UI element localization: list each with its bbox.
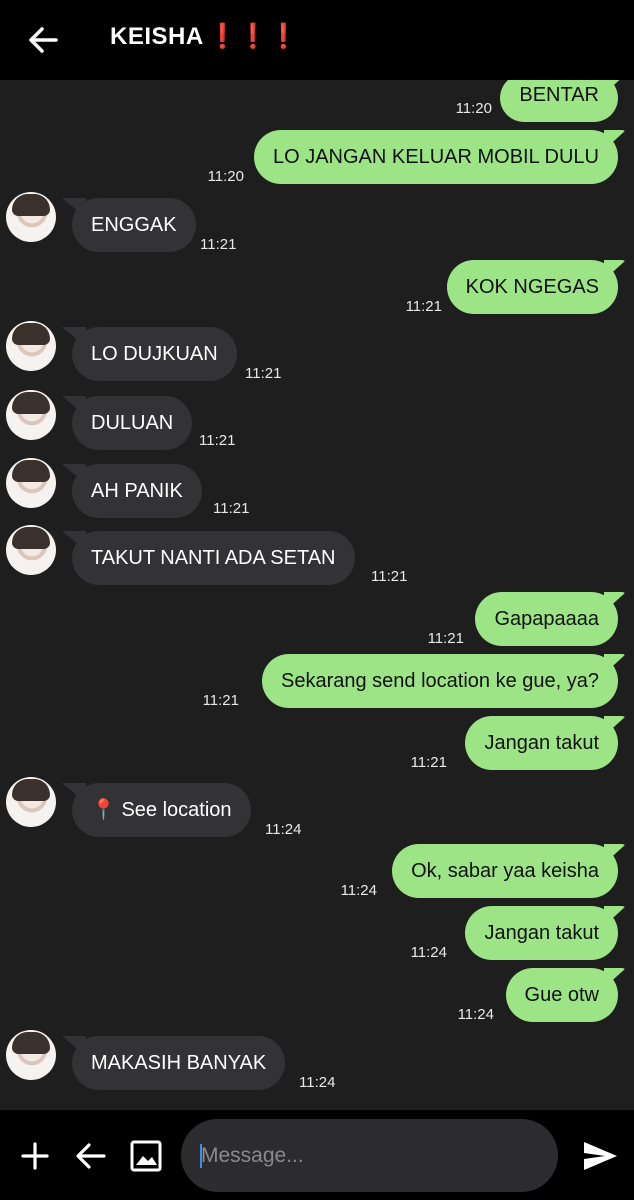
title-exclamation-marks: ❗❗❗ <box>207 23 299 50</box>
message-bubble-received[interactable]: DULUAN <box>72 396 193 450</box>
message-bubble-sent[interactable]: Jangan takut <box>465 716 618 770</box>
message-bubble-received[interactable]: TAKUT NANTI ADA SETAN <box>72 531 355 585</box>
avatar[interactable] <box>6 1030 56 1080</box>
message-bubble-received[interactable]: ENGGAK <box>72 198 196 252</box>
back-arrow-button[interactable] <box>70 1135 112 1177</box>
message-bubble-sent[interactable]: Ok, sabar yaa keisha <box>392 844 618 898</box>
arrow-left-icon <box>76 1143 106 1169</box>
send-button[interactable] <box>578 1135 622 1177</box>
send-icon <box>584 1142 617 1170</box>
message-bubble-sent[interactable]: LO JANGAN KELUAR MOBIL DULU <box>253 130 618 184</box>
text-cursor <box>200 1144 202 1168</box>
chat-title[interactable]: KEISHA ❗❗❗ <box>110 22 299 51</box>
chat-header: KEISHA ❗❗❗ <box>0 0 634 80</box>
message-time: 11:21 <box>410 754 447 771</box>
message-time: 11:21 <box>427 630 464 647</box>
message-time: 11:24 <box>265 821 302 838</box>
avatar[interactable] <box>6 525 56 575</box>
avatar[interactable] <box>6 321 56 371</box>
message-bubble-sent[interactable]: Gapapaaaa <box>475 592 618 646</box>
message-bubble-sent[interactable]: Sekarang send location ke gue, ya? <box>262 654 618 708</box>
image-icon <box>130 1140 162 1172</box>
message-bubble-sent[interactable]: Gue otw <box>505 968 618 1022</box>
message-bubble-sent[interactable]: KOK NGEGAS <box>446 260 618 314</box>
message-time: 11:24 <box>340 882 377 899</box>
message-time: 11:21 <box>405 298 442 315</box>
avatar[interactable] <box>6 777 56 827</box>
message-bubble-sent[interactable]: BENTAR <box>500 80 618 122</box>
message-time: 11:21 <box>213 500 250 517</box>
message-bubble-received[interactable]: MAKASIH BANYAK <box>72 1036 286 1090</box>
message-time: 11:21 <box>371 568 408 585</box>
back-button[interactable] <box>22 18 66 62</box>
message-time: 11:21 <box>245 365 282 382</box>
gallery-button[interactable] <box>125 1135 167 1177</box>
message-bubble-received[interactable]: LO DUJKUAN <box>72 327 237 381</box>
avatar[interactable] <box>6 390 56 440</box>
arrow-left-icon <box>29 27 58 53</box>
avatar[interactable] <box>6 192 56 242</box>
message-time: 11:21 <box>199 432 236 449</box>
message-bubble-sent[interactable]: Jangan takut <box>465 906 618 960</box>
message-time: 11:21 <box>200 236 237 253</box>
message-time: 11:20 <box>207 168 244 185</box>
plus-icon <box>21 1142 49 1170</box>
message-time: 11:21 <box>202 692 239 709</box>
message-time: 11:20 <box>455 100 492 117</box>
message-time: 11:24 <box>457 1006 494 1023</box>
location-message-bubble[interactable]: 📍 See location <box>72 783 251 837</box>
contact-name: KEISHA <box>110 22 204 50</box>
message-input[interactable] <box>181 1119 558 1192</box>
avatar[interactable] <box>6 458 56 508</box>
message-time: 11:24 <box>299 1074 336 1091</box>
attach-button[interactable] <box>14 1135 56 1177</box>
message-list[interactable]: 11:20 BENTAR 11:20 LO JANGAN KELUAR MOBI… <box>0 80 634 1110</box>
message-time: 11:24 <box>410 944 447 961</box>
message-bubble-received[interactable]: AH PANIK <box>72 464 202 518</box>
